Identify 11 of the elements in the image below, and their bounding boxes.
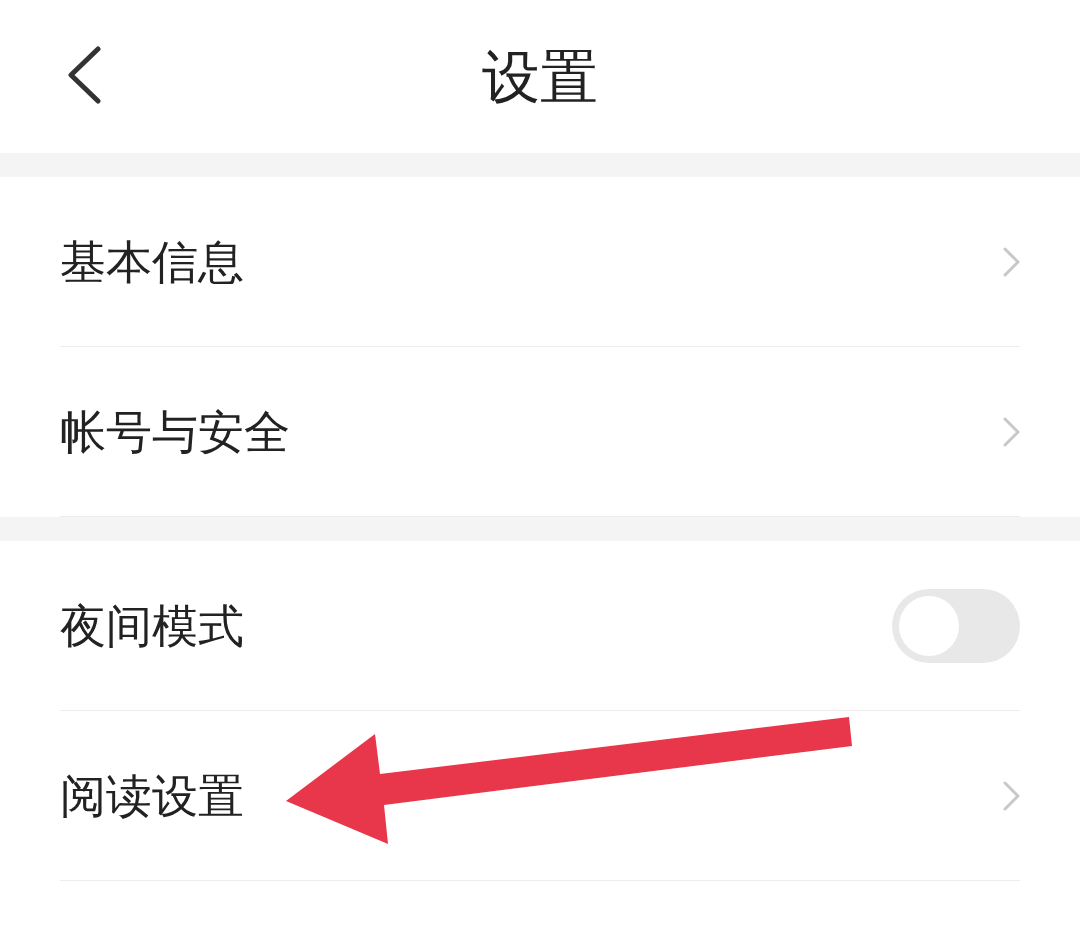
row-label: 夜间模式 — [60, 602, 244, 649]
chevron-right-icon — [1003, 246, 1020, 277]
settings-row[interactable]: 基本信息 — [60, 177, 1020, 347]
row-label: 帐号与安全 — [60, 408, 290, 455]
chevron-right-icon — [1003, 780, 1020, 811]
settings-row[interactable]: 夜间模式 — [60, 541, 1020, 711]
row-label: 阅读设置 — [60, 772, 244, 819]
chevron-right-icon — [1003, 416, 1020, 447]
back-chevron-icon — [66, 46, 102, 104]
page-title: 设置 — [482, 47, 598, 106]
row-label: 基本信息 — [60, 238, 244, 285]
